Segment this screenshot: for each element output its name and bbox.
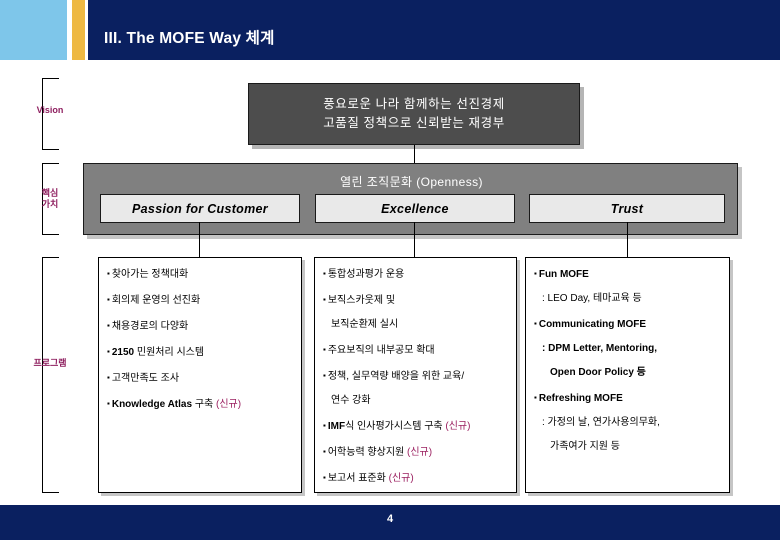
program-column-trust: ▪ Fun MOFE : LEO Day, 테마교육 등 ▪ Communicati… <box>525 257 730 493</box>
connector-passion-to-program <box>199 222 201 258</box>
list-item: ▪ 찾아가는 정책대화 <box>107 269 189 280</box>
vision-line-1: 풍요로운 나라 함께하는 선진경제 <box>323 97 505 111</box>
row-label-programs: 프로그램 <box>33 358 67 368</box>
core-value-passion: Passion for Customer <box>100 194 300 223</box>
list-item: ▪ 채용경로의 다양화 <box>107 321 189 332</box>
connector-vision-to-openness <box>414 145 416 164</box>
list-item: ▪ Refreshing MOFE : 가정의 날, 연가사용의무화, 가족여가 … <box>534 393 660 452</box>
program-column-passion: ▪ 찾아가는 정책대화 ▪ 회의제 운영의 선진화 ▪ 채용경로의 다양화 ▪ 2150… <box>98 257 302 493</box>
openness-title: 열린 조직문화 (Openness) <box>340 175 483 189</box>
core-value-excellence: Excellence <box>315 194 515 223</box>
list-item: ▪ 회의제 운영의 선진화 <box>107 295 201 306</box>
bracket-programs <box>42 257 59 493</box>
bullet-icon: ▪ <box>107 373 110 382</box>
new-tag: (신규) <box>216 399 242 410</box>
bullet-icon: ▪ <box>107 295 110 304</box>
bullet-icon: ▪ <box>323 269 326 278</box>
new-tag: (신규) <box>407 447 433 458</box>
bullet-icon: ▪ <box>534 393 537 402</box>
bullet-icon: ▪ <box>323 447 326 456</box>
bullet-icon: ▪ <box>323 345 326 354</box>
new-tag: (신규) <box>445 421 471 432</box>
row-label-core-values: 핵심 가치 <box>41 188 59 209</box>
bullet-icon: ▪ <box>534 319 537 328</box>
list-item: ▪ 고객만족도 조사 <box>107 373 180 384</box>
new-tag: (신규) <box>388 473 414 484</box>
program-column-excellence: ▪ 통합성과평가 운용 ▪ 보직스카웃제 및 보직순환제 실시 ▪ 주요보직의 내부공… <box>314 257 517 493</box>
header-accent-blue <box>0 0 67 60</box>
list-item: ▪ 어학능력 향상지원 (신규) <box>323 447 433 458</box>
bullet-icon: ▪ <box>323 371 326 380</box>
bullet-icon: ▪ <box>323 421 326 430</box>
bullet-icon: ▪ <box>107 269 110 278</box>
list-item: ▪ 보직스카웃제 및 보직순환제 실시 <box>323 295 399 330</box>
page-number: 4 <box>386 513 394 525</box>
bullet-icon: ▪ <box>107 399 110 408</box>
vision-line-2: 고품질 정책으로 신뢰받는 재경부 <box>323 116 505 130</box>
list-item: ▪ 보고서 표준화 (신규) <box>323 473 414 484</box>
list-item: ▪ 주요보직의 내부공모 확대 <box>323 345 435 356</box>
list-item: ▪ Communicating MOFE : DPM Letter, Mentor… <box>534 319 657 378</box>
page-title: III. The MOFE Way 체계 <box>104 30 275 47</box>
list-item: ▪ Fun MOFE : LEO Day, 테마교육 등 <box>534 269 642 304</box>
bullet-icon: ▪ <box>534 269 537 278</box>
core-value-trust: Trust <box>529 194 725 223</box>
core-values-bar: 열린 조직문화 (Openness) Passion for Customer … <box>83 163 738 235</box>
connector-excellence-to-program <box>414 222 416 258</box>
row-label-vision: Vision <box>36 105 64 115</box>
vision-box: 풍요로운 나라 함께하는 선진경제 고품질 정책으로 신뢰받는 재경부 <box>248 83 580 145</box>
list-item: ▪ 2150 민원처리 시스템 <box>107 347 205 358</box>
list-item: ▪ Knowledge Atlas 구축 (신규) <box>107 399 242 410</box>
bullet-icon: ▪ <box>107 347 110 356</box>
list-item: ▪ 통합성과평가 운용 <box>323 269 405 280</box>
bullet-icon: ▪ <box>323 473 326 482</box>
bullet-icon: ▪ <box>107 321 110 330</box>
connector-trust-to-program <box>627 222 629 258</box>
list-item: ▪ 정책, 실무역량 배양을 위한 교육/ 연수 강화 <box>323 371 465 406</box>
bullet-icon: ▪ <box>323 295 326 304</box>
header-accent-gold <box>72 0 85 60</box>
list-item: ▪ IMF식 인사평가시스템 구축 (신규) <box>323 421 471 432</box>
